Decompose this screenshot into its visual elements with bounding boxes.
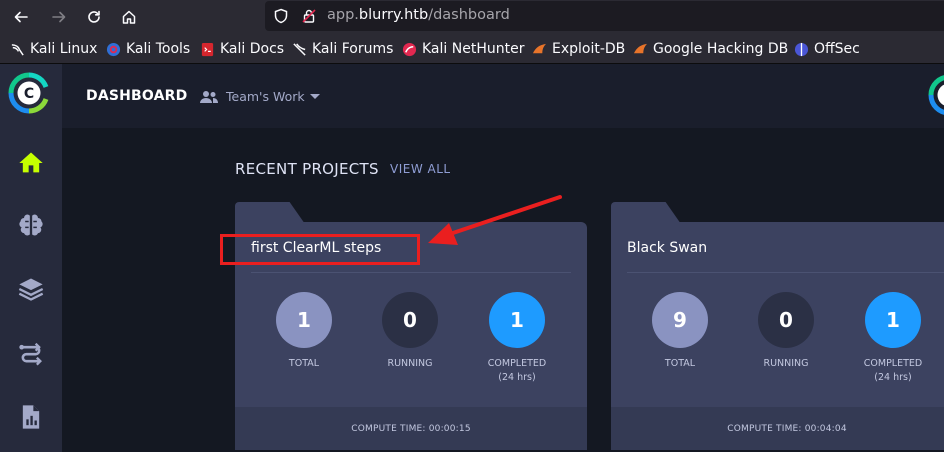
page-title: DASHBOARD — [86, 88, 188, 104]
forward-button[interactable] — [48, 6, 70, 28]
insecure-lock-icon[interactable] — [301, 8, 317, 24]
project-card[interactable]: Black Swan 9 TOTAL 0 RUNNING 1 COMPLETED… — [611, 202, 944, 450]
user-avatar-logo-icon[interactable] — [928, 74, 944, 116]
card-folder-tab-slope — [283, 202, 305, 224]
bookmark-label: OffSec — [814, 41, 860, 57]
url-bar[interactable]: app.blurry.htb/dashboard — [265, 1, 944, 31]
bookmark-label: Exploit-DB — [552, 41, 626, 57]
arrow-right-icon — [52, 11, 66, 23]
bookmark-google-hacking-db[interactable]: Google Hacking DB — [633, 40, 788, 58]
svg-text:C: C — [24, 86, 34, 102]
bookmark-exploit-db[interactable]: Exploit-DB — [532, 40, 625, 58]
url-text[interactable]: app.blurry.htb/dashboard — [327, 7, 510, 23]
stat-completed-sublabel: (24 hrs) — [498, 372, 536, 383]
sidebar-item-pipelines[interactable] — [0, 322, 62, 384]
stat-running-label: RUNNING — [763, 358, 809, 369]
app-sidebar: C — [0, 64, 62, 452]
stat-total-value: 1 — [276, 292, 332, 348]
url-domain: blurry.htb — [358, 7, 429, 23]
bookmark-offsec[interactable]: OffSec — [794, 40, 860, 58]
bookmark-kali-tools[interactable]: Kali Tools — [106, 40, 190, 58]
home-outline-icon — [122, 10, 136, 24]
card-divider — [251, 272, 571, 273]
bookmark-kali-nethunter[interactable]: Kali NetHunter — [402, 40, 524, 58]
card-folder-tab — [611, 202, 663, 224]
home-page-button[interactable] — [118, 6, 140, 28]
view-all-link[interactable]: VIEW ALL — [390, 162, 451, 176]
offsec-icon — [794, 42, 809, 56]
url-prefix: app. — [327, 7, 359, 23]
card-folder-tab — [235, 202, 287, 224]
stat-running-value: 0 — [758, 292, 814, 348]
url-path: /dashboard — [428, 7, 510, 23]
nethunter-icon — [402, 42, 417, 56]
compute-time: COMPUTE TIME: 00:04:04 — [611, 407, 944, 450]
stat-completed-label: COMPLETED — [487, 358, 547, 369]
stat-total-label: TOTAL — [288, 358, 320, 369]
kali-tools-icon — [106, 42, 121, 56]
compute-time: COMPUTE TIME: 00:00:15 — [235, 407, 587, 450]
main-content: RECENT PROJECTS VIEW ALL first ClearML s… — [62, 128, 944, 452]
sidebar-item-models[interactable] — [0, 194, 62, 256]
layers-icon — [18, 278, 44, 301]
sidebar-item-reports[interactable] — [0, 386, 62, 448]
card-folder-tab-slope — [659, 202, 681, 224]
bookmark-label: Kali Docs — [220, 41, 285, 57]
stat-running-value: 0 — [382, 292, 438, 348]
back-button[interactable] — [10, 6, 32, 28]
bookmark-label: Kali Linux — [30, 41, 98, 57]
kali-docs-icon — [201, 42, 214, 56]
kali-forums-icon — [293, 42, 306, 56]
stat-completed-value: 1 — [489, 292, 545, 348]
arrow-left-icon — [14, 11, 28, 23]
bookmark-label: Kali Tools — [126, 41, 191, 57]
clearml-logo-icon[interactable]: C — [8, 72, 50, 114]
sidebar-item-home[interactable] — [0, 132, 62, 194]
exploitdb-icon — [532, 43, 547, 53]
app-topbar: DASHBOARD Team's Work — [62, 64, 944, 128]
sidebar-item-datasets[interactable] — [0, 258, 62, 320]
recent-projects-title: RECENT PROJECTS — [235, 160, 379, 178]
card-body: Black Swan 9 TOTAL 0 RUNNING 1 COMPLETED… — [611, 222, 944, 407]
ghdb-icon — [633, 43, 648, 53]
report-icon — [22, 405, 40, 429]
pipelines-icon — [19, 342, 42, 366]
project-name[interactable]: Black Swan — [627, 240, 707, 256]
home-icon — [19, 152, 43, 173]
annotation-highlight-box — [220, 234, 420, 265]
bookmark-label: Kali NetHunter — [422, 41, 525, 57]
stat-completed-sublabel: (24 hrs) — [874, 372, 912, 383]
reload-icon — [88, 10, 100, 23]
stat-total-value: 9 — [652, 292, 708, 348]
workspace-selector[interactable]: Team's Work — [199, 89, 320, 104]
reload-button[interactable] — [83, 6, 105, 28]
brain-icon — [19, 214, 43, 236]
stat-total: 1 TOTAL — [259, 292, 349, 371]
shield-icon[interactable] — [273, 8, 289, 24]
bookmarks-toolbar: Kali Linux Kali Tools Kali Docs Kali For… — [0, 34, 944, 64]
stat-completed: 1 COMPLETED (24 hrs) — [472, 292, 562, 385]
browser-navbar: app.blurry.htb/dashboard — [0, 0, 944, 34]
bookmark-kali-linux[interactable]: Kali Linux — [10, 40, 97, 58]
team-icon — [200, 90, 218, 103]
kali-dragon-icon — [11, 43, 24, 56]
stat-running: 0 RUNNING — [365, 292, 455, 371]
stat-running: 0 RUNNING — [741, 292, 831, 371]
stat-total: 9 TOTAL — [635, 292, 725, 371]
bookmark-kali-forums[interactable]: Kali Forums — [292, 40, 393, 58]
bookmark-label: Kali Forums — [312, 41, 394, 57]
stat-total-label: TOTAL — [664, 358, 696, 369]
bookmark-label: Google Hacking DB — [653, 41, 789, 57]
stat-completed-value: 1 — [865, 292, 921, 348]
stat-running-label: RUNNING — [387, 358, 433, 369]
stat-completed-label: COMPLETED — [863, 358, 923, 369]
chevron-down-icon — [309, 94, 320, 99]
bookmark-kali-docs[interactable]: Kali Docs — [200, 40, 284, 58]
card-divider — [627, 272, 944, 273]
stat-completed: 1 COMPLETED (24 hrs) — [848, 292, 938, 385]
workspace-label: Team's Work — [226, 89, 305, 104]
